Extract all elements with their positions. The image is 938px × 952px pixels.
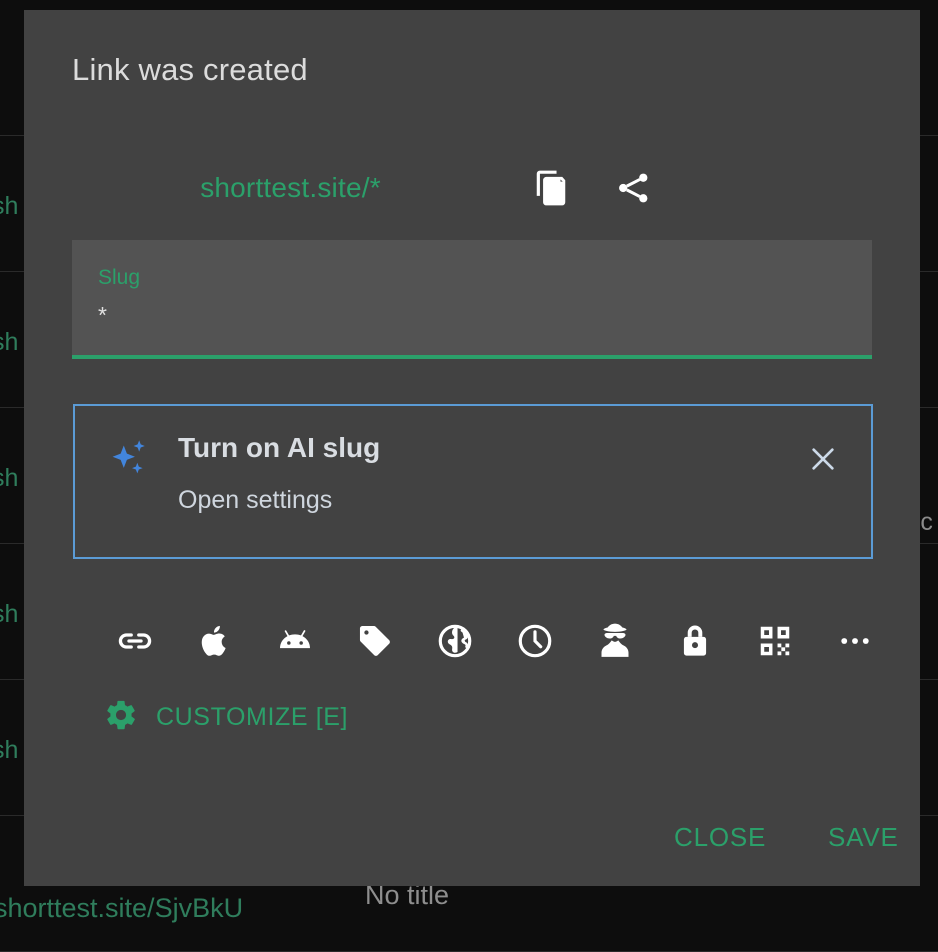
android-icon[interactable] [266, 612, 324, 670]
lock-icon[interactable] [666, 612, 724, 670]
slug-field-underline [72, 355, 872, 359]
more-icon[interactable] [826, 612, 884, 670]
link-icon[interactable] [106, 612, 164, 670]
close-button[interactable]: CLOSE [674, 822, 766, 853]
slug-field-label: Slug [98, 266, 140, 290]
slug-field[interactable]: Slug * [72, 240, 872, 355]
ai-slug-banner[interactable]: Turn on AI slug Open settings [73, 404, 873, 559]
link-created-dialog: Link was created shorttest.site/* Slug * [24, 10, 920, 886]
qr-code-icon[interactable] [746, 612, 804, 670]
spy-icon[interactable] [586, 612, 644, 670]
globe-icon[interactable] [426, 612, 484, 670]
customize-label: CUSTOMIZE [E] [156, 703, 348, 732]
ai-banner-open-settings-link[interactable]: Open settings [178, 486, 332, 515]
share-icon[interactable] [605, 160, 661, 216]
gear-icon [104, 698, 138, 737]
copy-icon[interactable] [523, 160, 579, 216]
background-row-link: sh [0, 736, 18, 765]
short-url-row: shorttest.site/* [72, 158, 872, 218]
background-row-link: sh [0, 464, 18, 493]
ai-banner-title: Turn on AI slug [178, 432, 380, 464]
close-icon[interactable] [802, 438, 844, 480]
tag-icon[interactable] [346, 612, 404, 670]
link-options-toolbar [106, 612, 896, 670]
dialog-title: Link was created [72, 52, 308, 88]
customize-button[interactable]: CUSTOMIZE [E] [104, 696, 348, 738]
short-url-text[interactable]: shorttest.site/* [72, 172, 509, 204]
dialog-actions: CLOSE SAVE [584, 822, 904, 872]
background-bottom-link: shorttest.site/SjvBkU [0, 893, 243, 924]
slug-input[interactable]: * [98, 302, 107, 329]
background-row-link: sh [0, 328, 18, 357]
background-row-link: sh [0, 600, 18, 629]
clock-icon[interactable] [506, 612, 564, 670]
save-button[interactable]: SAVE [828, 822, 899, 853]
apple-icon[interactable] [186, 612, 244, 670]
sparkle-ai-icon [108, 436, 152, 480]
background-row-link: sh [0, 192, 18, 221]
